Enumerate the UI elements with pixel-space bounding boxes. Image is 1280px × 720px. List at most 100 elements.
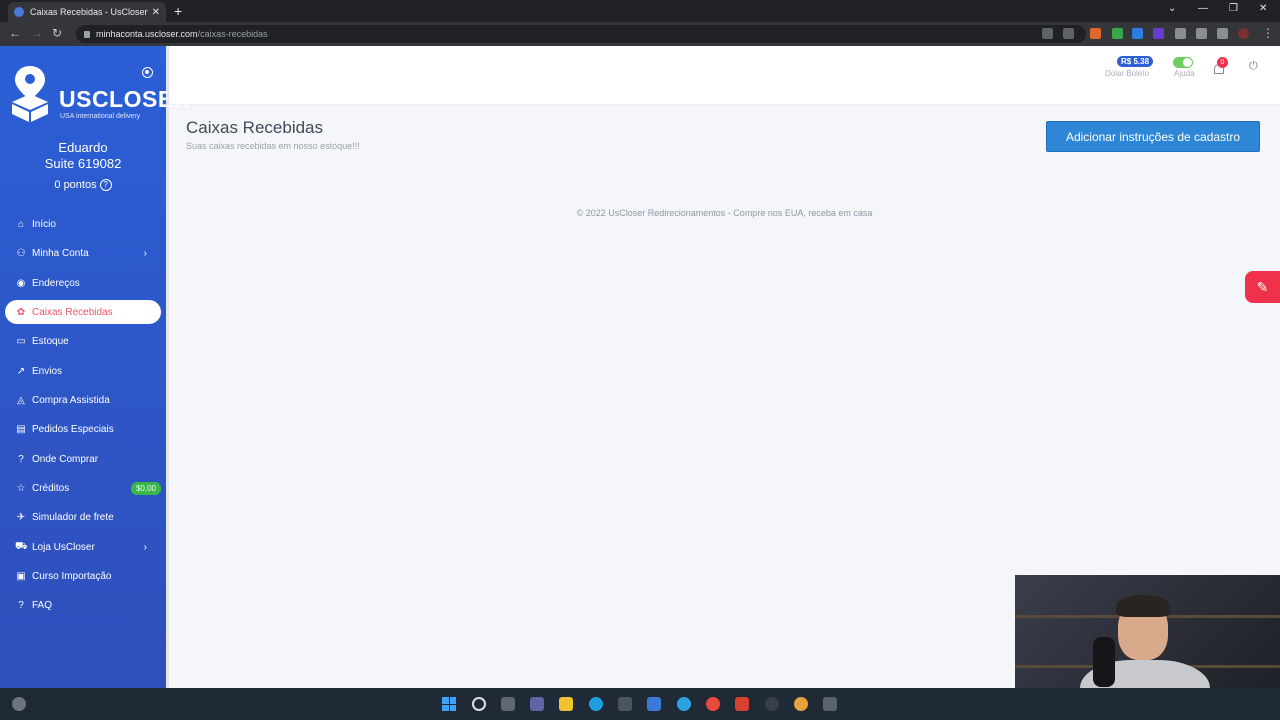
sidebar-item[interactable]: ? Onde Comprar <box>5 447 161 471</box>
sidebar-item-label: Créditos <box>32 482 70 494</box>
telegram-icon[interactable] <box>677 697 691 711</box>
notepad-icon[interactable] <box>647 697 661 711</box>
sidebar-item[interactable]: ⛟ Loja UsCloser › <box>5 535 161 559</box>
logo-pin-icon <box>12 66 48 122</box>
sidebar-item[interactable]: ◬ Compra Assistida <box>5 388 161 412</box>
chrome-icon[interactable] <box>706 697 720 711</box>
close-tab-icon[interactable]: ✕ <box>152 7 160 18</box>
chevron-right-icon: › <box>143 247 147 259</box>
folder-icon[interactable] <box>559 697 573 711</box>
sidebar: USCLOSER USA international delivery Edua… <box>0 46 190 688</box>
sidebar-item-label: Simulador de frete <box>32 511 114 523</box>
target-icon[interactable] <box>142 67 153 78</box>
sidebar-item[interactable]: ⌂ Início <box>5 212 161 236</box>
sidebar-item-label: Envios <box>32 365 63 377</box>
store-icon[interactable] <box>618 697 632 711</box>
question-circle-icon[interactable]: ? <box>99 179 112 191</box>
sidebar-item[interactable]: ↗ Envios <box>5 359 161 383</box>
github-icon[interactable] <box>765 697 779 711</box>
notification-count: 0 <box>1217 57 1228 68</box>
dollar-rate-badge[interactable]: R$ 5.38 <box>1117 56 1154 67</box>
chrome-profile-icon[interactable] <box>794 697 808 711</box>
os-taskbar <box>0 688 1280 720</box>
sidebar-item[interactable]: ? FAQ <box>5 593 161 617</box>
sidebar-item-label: FAQ <box>32 599 53 611</box>
help-toggle[interactable] <box>1173 57 1193 68</box>
page-title: Caixas Recebidas <box>186 118 324 137</box>
extension-icon[interactable] <box>1153 28 1164 39</box>
side-panel-icon[interactable] <box>1217 28 1228 39</box>
sidebar-item-label: Onde Comprar <box>32 453 99 465</box>
feedback-tab-icon[interactable]: ✎ <box>1245 271 1280 303</box>
restore-icon[interactable]: ❐ <box>1229 3 1238 14</box>
dollar-rate-label: Dolar Boleto <box>1105 69 1150 78</box>
cart-icon: ▤ <box>16 423 26 435</box>
search-icon[interactable] <box>472 697 486 711</box>
sidebar-item-label: Pedidos Especiais <box>32 423 114 435</box>
bookmark-star-icon[interactable] <box>1063 28 1074 39</box>
extension-shield-icon[interactable] <box>1132 28 1143 39</box>
gift-icon: ✿ <box>16 306 26 318</box>
browser-tab[interactable]: Caixas Recebidas - UsCloser Redi ✕ <box>8 2 166 22</box>
chat-icon[interactable] <box>530 697 544 711</box>
sidebar-item-label: Compra Assistida <box>32 394 110 406</box>
sidebar-item[interactable]: ▭ Estoque <box>5 329 161 353</box>
browser-tabbar: Caixas Recebidas - UsCloser Redi ✕ + ⌄ —… <box>0 0 1280 22</box>
monitor-icon: ▣ <box>16 570 26 582</box>
app-icon[interactable] <box>735 697 749 711</box>
lock-icon <box>84 30 90 38</box>
weather-icon[interactable] <box>12 697 26 711</box>
profile-avatar[interactable] <box>1238 28 1249 39</box>
extension-download-icon[interactable] <box>1112 28 1123 39</box>
power-icon[interactable]: ⏻ <box>1249 60 1258 73</box>
sidebar-item[interactable]: ▣ Curso Importação <box>5 564 161 588</box>
sidebar-item[interactable]: ✈ Simulador de frete <box>5 505 161 529</box>
sidebar-item-label: Estoque <box>32 335 69 347</box>
sidebar-item[interactable]: ⚇ Minha Conta › <box>5 241 161 265</box>
microphone-icon <box>1093 637 1115 687</box>
url-host: minhaconta.uscloser.com <box>96 29 198 39</box>
new-tab-icon[interactable]: + <box>174 3 182 19</box>
presenter-hair <box>1116 595 1170 617</box>
favicon-icon <box>14 7 24 17</box>
footer-text: © 2022 UsCloser Redirecionamentos - Comp… <box>576 208 873 218</box>
minimize-icon[interactable]: — <box>1198 3 1208 14</box>
page-subtitle: Suas caixas recebidas em nosso estoque!!… <box>186 141 360 151</box>
sidebar-item[interactable]: ▤ Pedidos Especiais <box>5 417 161 441</box>
browser-toolbar: ← → ↻ minhaconta.uscloser.com /caixas-re… <box>0 22 1280 46</box>
menu-dots-icon[interactable]: ⋮ <box>1262 26 1274 40</box>
edge-icon[interactable] <box>589 697 603 711</box>
add-instructions-button[interactable]: Adicionar instruções de cadastro <box>1046 121 1260 152</box>
sidebar-item-label: Endereços <box>32 277 80 289</box>
tab-title: Caixas Recebidas - UsCloser Redi <box>30 7 148 17</box>
sidebar-item[interactable]: ☆ Créditos $0,00 <box>5 476 161 500</box>
sidebar-item[interactable]: ◉ Endereços <box>5 271 161 295</box>
question-icon: ? <box>18 599 24 611</box>
sidebar-item[interactable]: ✿ Caixas Recebidas <box>5 300 161 324</box>
help-circle-icon: ? <box>18 453 24 465</box>
reading-list-icon[interactable] <box>1196 28 1207 39</box>
inbox-icon: ▭ <box>16 335 26 347</box>
sidebar-item-label: Loja UsCloser <box>32 541 95 553</box>
sidebar-item-label: Caixas Recebidas <box>32 306 113 318</box>
tab-search-icon[interactable]: ⌄ <box>1168 3 1176 14</box>
credit-badge: $0,00 <box>130 481 161 495</box>
reload-icon[interactable]: ↻ <box>52 26 62 40</box>
task-view-icon[interactable] <box>501 697 515 711</box>
address-bar[interactable]: minhaconta.uscloser.com /caixas-recebida… <box>76 25 1086 43</box>
calculator-icon[interactable] <box>823 697 837 711</box>
share-icon: ↗ <box>16 365 26 377</box>
user-suite: Suite 619082 <box>44 156 122 171</box>
chevron-right-icon: › <box>143 541 147 553</box>
windows-start-icon[interactable] <box>442 697 456 711</box>
user-points: 0 pontos? <box>0 179 166 191</box>
star-icon: ☆ <box>16 482 26 494</box>
puzzle-icon[interactable] <box>1175 28 1186 39</box>
top-header: R$ 5.38 Dolar Boleto Ajuda 0 ⏻ <box>169 46 1280 104</box>
extension-icon[interactable] <box>1090 28 1101 39</box>
home-icon: ⌂ <box>17 218 25 230</box>
window-close-icon[interactable]: ✕ <box>1259 3 1267 14</box>
share-icon[interactable] <box>1042 28 1053 39</box>
back-icon[interactable]: ← <box>9 26 21 40</box>
forward-icon[interactable]: → <box>31 26 43 40</box>
